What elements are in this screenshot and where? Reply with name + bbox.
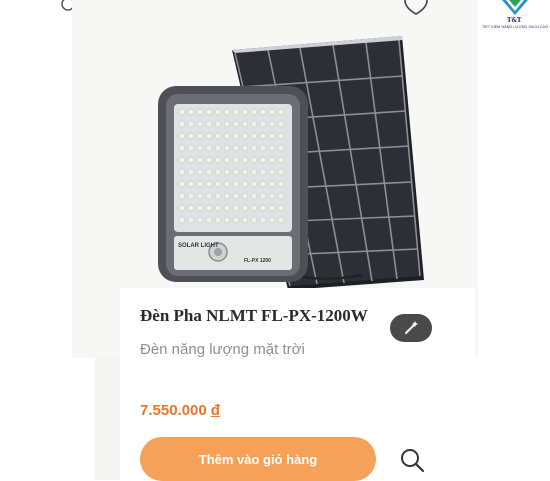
logo-mark	[502, 0, 528, 15]
quick-view-button[interactable]	[398, 446, 426, 474]
brand-logo: T&T TIẾT KIỆM NĂNG LƯỢNG SẠCH CUỘC SỐNG …	[482, 0, 548, 34]
logo-brand: T&T	[507, 17, 522, 24]
svg-text:FL-PX 1200: FL-PX 1200	[244, 258, 271, 264]
product-subtitle: Đèn năng lượng mặt trời	[140, 341, 305, 358]
heart-icon[interactable]	[403, 0, 429, 16]
product-price: 7.550.000 đ	[140, 402, 220, 419]
price-currency: đ	[210, 402, 220, 419]
magic-wand-button[interactable]	[390, 314, 432, 342]
add-to-cart-button[interactable]: Thêm vào giỏ hàng	[140, 437, 376, 481]
card-background-strip	[95, 358, 121, 480]
logo-tagline: TIẾT KIỆM NĂNG LƯỢNG SẠCH CUỘC SỐNG XANH	[482, 25, 548, 29]
search-icon	[401, 449, 425, 473]
product-card: Đèn Pha NLMT FL-PX-1200W Đèn năng lượng …	[120, 288, 475, 481]
price-value: 7.550.000	[140, 402, 207, 419]
magic-wand-icon	[405, 321, 418, 334]
floodlight-image: SOLAR LIGHT FL-PX 1200	[158, 86, 308, 282]
product-name[interactable]: Đèn Pha NLMT FL-PX-1200W	[140, 306, 368, 326]
svg-text:SOLAR LIGHT: SOLAR LIGHT	[178, 243, 219, 249]
